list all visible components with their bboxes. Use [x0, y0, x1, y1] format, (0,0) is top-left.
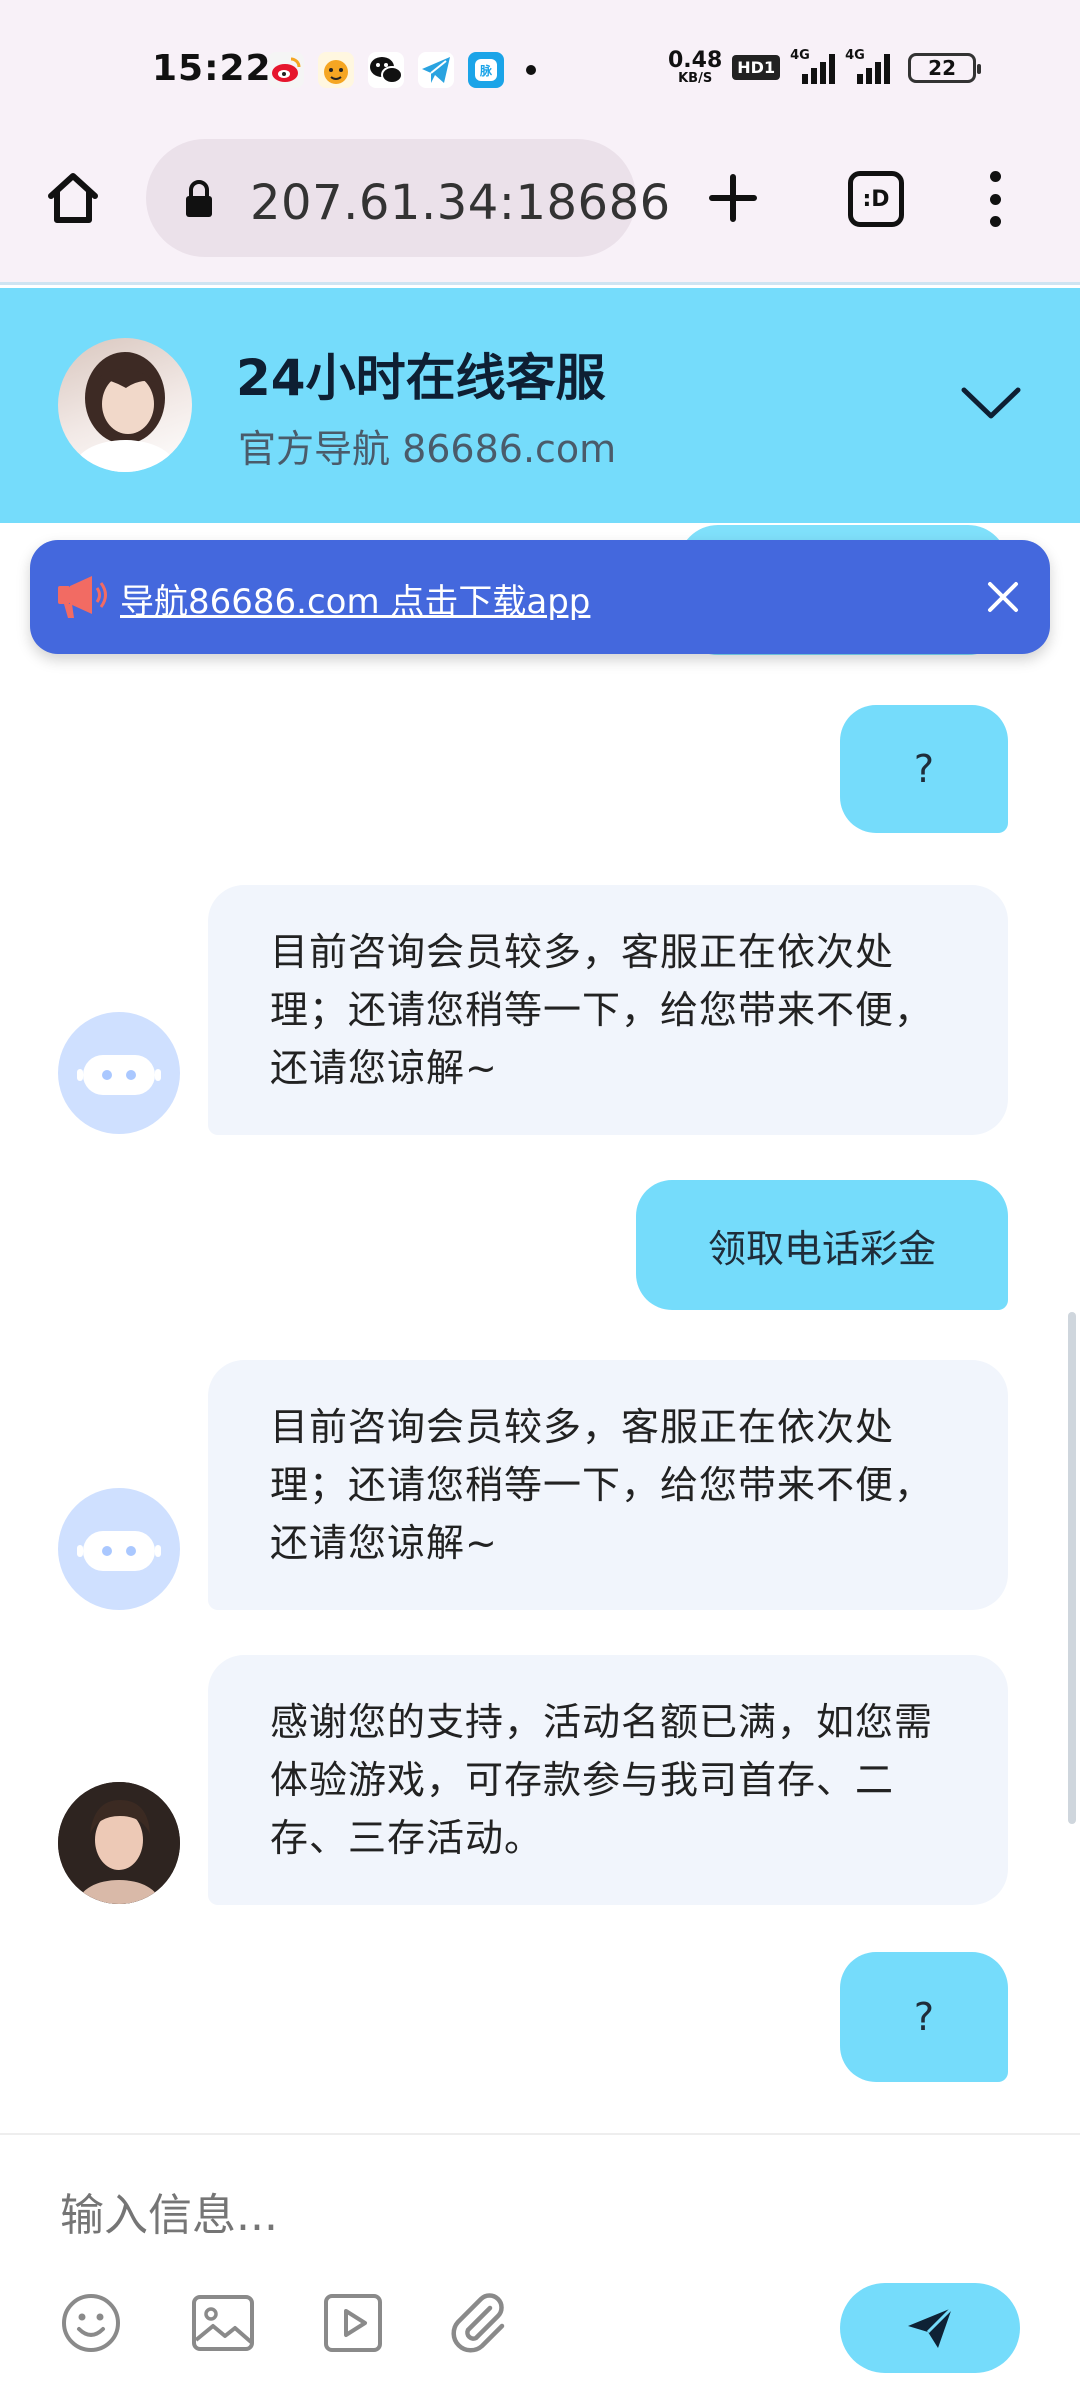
video-button[interactable] [320, 2290, 386, 2356]
agent-avatar [58, 1782, 180, 1904]
tab-switcher-label: :D [862, 186, 890, 212]
scrollbar[interactable] [1068, 1312, 1076, 1824]
app-icon: 脉 [468, 52, 504, 88]
robot-icon [77, 1055, 161, 1095]
browser-menu-button[interactable] [980, 171, 1010, 227]
wechat-icon [368, 52, 404, 88]
agent-message: 感谢您的支持，活动名额已满，如您需体验游戏，可存款参与我司首存、二存、三存活动。 [208, 1655, 1008, 1905]
send-icon [908, 2306, 954, 2348]
chat-header: 24小时在线客服 官方导航 86686.com [0, 288, 1080, 523]
hd-indicator: HD1 [732, 55, 781, 80]
signal-icon-2: 4G [845, 48, 891, 84]
message-list: ? 目前咨询会员较多，客服正在依次处理；还请您稍等一下，给您带来不便，还请您谅解… [0, 660, 1080, 2130]
home-button[interactable] [40, 165, 106, 231]
more-notifications-dot [526, 65, 536, 75]
notice-link[interactable]: 导航86686.com 点击下载app [120, 574, 590, 623]
image-icon [192, 2295, 254, 2351]
network-speed: 0.48 KB/S [668, 48, 723, 86]
status-bar: 15:22 脉 0.48 KB/S HD1 4G 4G 22 [0, 0, 1080, 135]
battery-level: 22 [928, 55, 957, 80]
emoji-icon [62, 2294, 120, 2352]
message-input[interactable] [60, 2175, 960, 2255]
attachment-button[interactable] [446, 2290, 512, 2356]
chevron-down-icon[interactable] [958, 380, 1024, 426]
status-time: 15:22 [152, 48, 272, 89]
tiger-app-icon [318, 52, 354, 88]
agent-avatar [58, 338, 192, 472]
emoji-button[interactable] [58, 2290, 124, 2356]
user-message: ? [840, 1952, 1008, 2082]
robot-icon [77, 1531, 161, 1571]
close-icon [988, 582, 1018, 612]
bot-avatar [58, 1012, 180, 1134]
new-tab-button[interactable] [700, 165, 766, 231]
bot-avatar [58, 1488, 180, 1610]
status-indicators: 0.48 KB/S HD1 4G 4G 22 [668, 48, 982, 86]
chat-title: 24小时在线客服 [236, 349, 606, 407]
attachment-icon [451, 2293, 505, 2353]
signal-icon: 4G [790, 48, 836, 84]
tab-switcher-button[interactable]: :D [848, 171, 904, 227]
megaphone-icon [58, 576, 107, 618]
battery-icon: 22 [908, 52, 982, 83]
close-notice-button[interactable] [978, 572, 1028, 622]
svg-text:脉: 脉 [479, 63, 493, 78]
composer [0, 2133, 1080, 2400]
image-button[interactable] [190, 2290, 256, 2356]
send-button[interactable] [840, 2283, 1020, 2373]
download-notice[interactable]: 导航86686.com 点击下载app [30, 540, 1050, 654]
user-message: ? [840, 705, 1008, 833]
browser-toolbar: 207.61.34:18686 :D [0, 135, 1080, 285]
chat-subtitle: 官方导航 86686.com [238, 427, 617, 471]
home-icon [48, 173, 98, 223]
user-message: 领取电话彩金 [636, 1180, 1008, 1310]
bot-message: 目前咨询会员较多，客服正在依次处理；还请您稍等一下，给您带来不便，还请您谅解~ [208, 885, 1008, 1135]
video-icon [324, 2294, 382, 2352]
lock-icon [186, 180, 212, 217]
weibo-icon [268, 52, 304, 88]
url-text: 207.61.34:18686 [250, 175, 671, 231]
telegram-icon [418, 52, 454, 88]
plus-icon [709, 174, 757, 222]
notification-icons: 脉 [268, 52, 536, 88]
address-bar[interactable]: 207.61.34:18686 [146, 139, 670, 257]
bot-message: 目前咨询会员较多，客服正在依次处理；还请您稍等一下，给您带来不便，还请您谅解~ [208, 1360, 1008, 1610]
